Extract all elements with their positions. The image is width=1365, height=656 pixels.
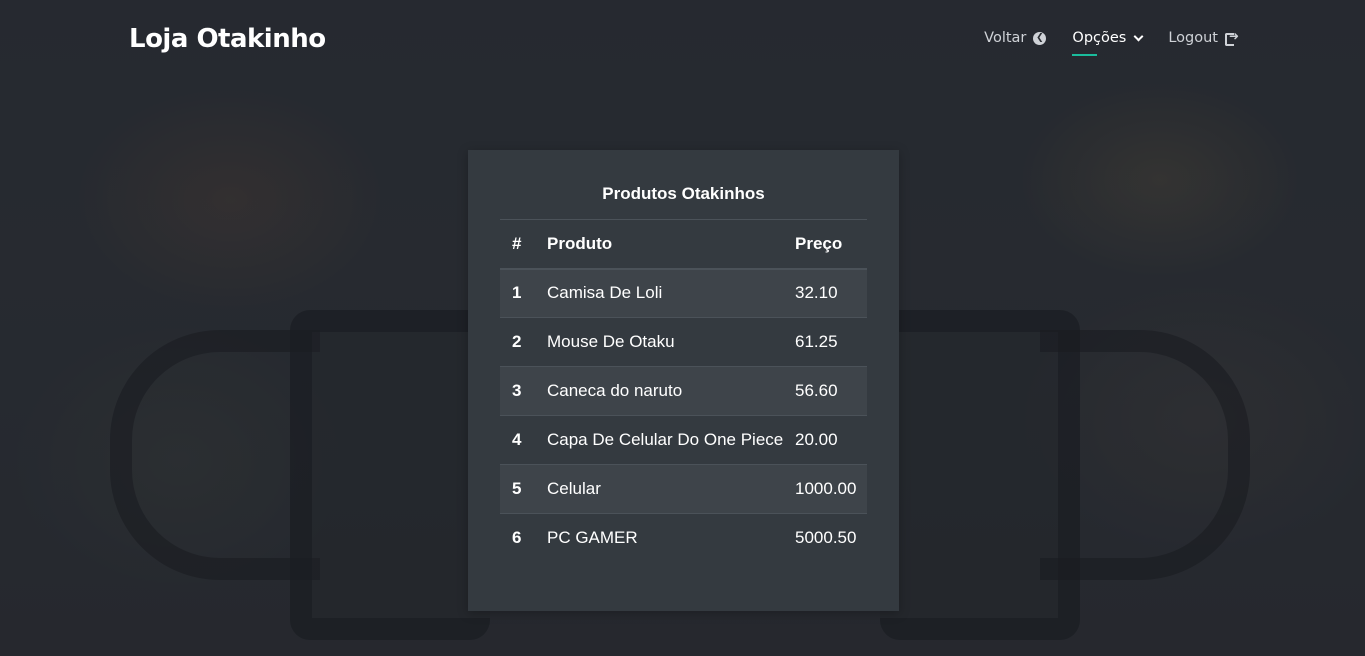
- cell-produto: Mouse De Otaku: [547, 317, 795, 367]
- cell-produto: Caneca do naruto: [547, 366, 795, 416]
- table-row: 4 Capa De Celular Do One Piece 20.00: [500, 415, 867, 465]
- nav-menu: Voltar ❮ Opções Logout: [984, 29, 1239, 56]
- nav-voltar-label: Voltar: [984, 30, 1027, 46]
- nav-opcoes-label: Opções: [1072, 30, 1127, 46]
- cell-preco: 20.00: [795, 415, 867, 465]
- nav-logout[interactable]: Logout: [1168, 29, 1239, 50]
- cell-id: 3: [500, 366, 547, 416]
- nav-logout-label: Logout: [1168, 30, 1218, 46]
- table-row: 1 Camisa De Loli 32.10: [500, 268, 867, 318]
- navbar: Loja Otakinho Voltar ❮ Opções Logout: [0, 0, 1365, 80]
- sign-out-icon: [1225, 29, 1239, 46]
- table-row: 2 Mouse De Otaku 61.25: [500, 317, 867, 367]
- arrow-left-circle-icon: ❮: [1033, 31, 1047, 45]
- cell-preco: 1000.00: [795, 464, 867, 514]
- products-card: Produtos Otakinhos # Produto Preço 1 Cam…: [468, 150, 899, 611]
- nav-voltar[interactable]: Voltar ❮: [984, 30, 1047, 50]
- column-header-id: #: [500, 219, 547, 270]
- cell-preco: 56.60: [795, 366, 867, 416]
- column-header-produto: Produto: [547, 219, 795, 270]
- cell-produto: Camisa De Loli: [547, 268, 795, 318]
- cell-produto: Celular: [547, 464, 795, 514]
- card-title: Produtos Otakinhos: [602, 184, 765, 203]
- products-table: # Produto Preço 1 Camisa De Loli 32.10 2…: [500, 219, 867, 563]
- cell-produto: PC GAMER: [547, 513, 795, 563]
- table-header-row: # Produto Preço: [500, 219, 867, 270]
- nav-opcoes-dropdown[interactable]: Opções: [1072, 30, 1144, 56]
- table-row: 6 PC GAMER 5000.50: [500, 513, 867, 563]
- cell-id: 4: [500, 415, 547, 465]
- cell-id: 6: [500, 513, 547, 563]
- cell-id: 1: [500, 268, 547, 318]
- brand-logo[interactable]: Loja Otakinho: [129, 24, 326, 54]
- cell-produto: Capa De Celular Do One Piece: [547, 415, 795, 465]
- table-row: 5 Celular 1000.00: [500, 464, 867, 514]
- cell-preco: 61.25: [795, 317, 867, 367]
- column-header-preco: Preço: [795, 219, 867, 270]
- cell-preco: 32.10: [795, 268, 867, 318]
- table-row: 3 Caneca do naruto 56.60: [500, 366, 867, 416]
- cell-preco: 5000.50: [795, 513, 867, 563]
- chevron-down-icon: [1133, 31, 1144, 41]
- cell-id: 2: [500, 317, 547, 367]
- cell-id: 5: [500, 464, 547, 514]
